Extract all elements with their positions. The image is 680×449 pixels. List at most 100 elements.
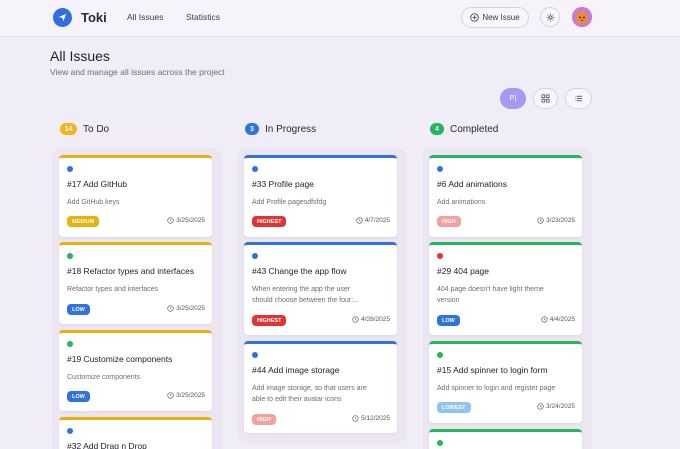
nav-statistics[interactable]: Statistics bbox=[186, 12, 220, 22]
issue-date: 4/4/2025 bbox=[541, 316, 575, 323]
new-issue-label: New Issue bbox=[482, 13, 520, 22]
completed-column-title: Completed bbox=[450, 123, 499, 135]
clock-icon bbox=[537, 403, 544, 410]
column-header-in-progress: 3 In Progress bbox=[245, 123, 316, 135]
issue-description-line-2: should choose between the four:... bbox=[252, 297, 360, 304]
issue-date-text: 4/28/2025 bbox=[361, 316, 390, 323]
issue-date: 4/28/2025 bbox=[352, 316, 390, 323]
issue-date: 4/7/2025 bbox=[356, 217, 390, 224]
app-title: Toki bbox=[81, 10, 107, 25]
theme-toggle-button[interactable] bbox=[540, 7, 560, 27]
issue-card[interactable]: #33 Profile page Add Profile pagesdfsfdg… bbox=[244, 155, 397, 237]
column-header-todo: 14 To Do bbox=[60, 123, 109, 135]
issue-date-text: 3/25/2025 bbox=[176, 217, 205, 224]
issue-date-text: 3/23/2025 bbox=[546, 217, 575, 224]
issue-date: 3/25/2025 bbox=[167, 217, 205, 224]
issue-description: Add spinner to login and register page bbox=[437, 385, 556, 392]
column-header-completed: 4 Completed bbox=[430, 123, 498, 135]
issue-title: #33 Profile page bbox=[252, 179, 314, 189]
issue-card[interactable]: #44 Add image storage Add image storage,… bbox=[244, 341, 397, 433]
issue-description-line-2: version bbox=[437, 297, 460, 304]
plus-circle-icon bbox=[470, 13, 479, 22]
page-subtitle: View and manage all issues across the pr… bbox=[50, 67, 225, 77]
issue-card[interactable]: #32 Add Drag n Drop bbox=[59, 417, 212, 449]
priority-badge: HIGHEST bbox=[252, 216, 287, 227]
issue-title: #18 Refactor types and interfaces bbox=[67, 266, 195, 276]
issue-card[interactable]: #6 Add animations Add animations HIGH 3/… bbox=[429, 155, 582, 237]
issue-card[interactable]: #19 Customize components Customize compo… bbox=[59, 330, 212, 411]
sun-icon bbox=[546, 13, 554, 21]
issue-date-text: 5/12/2025 bbox=[361, 415, 390, 422]
grid-view-button[interactable] bbox=[533, 88, 558, 109]
issue-title: #43 Change the app flow bbox=[252, 266, 347, 276]
user-avatar[interactable] bbox=[572, 7, 592, 27]
priority-badge: HIGHEST bbox=[252, 315, 287, 326]
todo-column-title: To Do bbox=[83, 123, 110, 135]
issue-description: Refactor types and interfaces bbox=[67, 286, 159, 293]
issue-title: #19 Customize components bbox=[67, 354, 173, 364]
issue-card[interactable] bbox=[429, 429, 582, 449]
issue-description: Add animations bbox=[437, 199, 486, 206]
issue-description: Customize components bbox=[67, 374, 141, 381]
top-navbar: Toki All Issues Statistics New Issue bbox=[0, 0, 680, 37]
issue-description-line-1: Add image storage, so that users are bbox=[252, 385, 367, 392]
issue-title: #17 Add GitHub bbox=[67, 179, 128, 189]
issue-date: 3/24/2025 bbox=[537, 403, 575, 410]
status-dot bbox=[437, 166, 443, 172]
priority-badge: LOWEST bbox=[437, 402, 471, 413]
grid-icon bbox=[541, 94, 550, 103]
issue-card[interactable]: #15 Add spinner to login form Add spinne… bbox=[429, 341, 582, 423]
issue-title: #29 404 page bbox=[437, 266, 489, 276]
status-dot bbox=[67, 253, 73, 259]
todo-count-badge: 14 bbox=[60, 123, 77, 135]
status-dot bbox=[67, 166, 73, 172]
priority-badge: LOW bbox=[67, 391, 90, 402]
priority-badge: LOW bbox=[67, 304, 90, 315]
clock-icon bbox=[167, 305, 174, 312]
status-dot bbox=[252, 253, 258, 259]
nav-all-issues[interactable]: All Issues bbox=[127, 12, 163, 22]
issue-title: #32 Add Drag n Drop bbox=[67, 441, 147, 449]
logo-icon bbox=[53, 8, 72, 27]
status-dot bbox=[67, 428, 73, 434]
kanban-view-label: P| bbox=[509, 95, 517, 102]
issue-card[interactable]: #18 Refactor types and interfaces Refact… bbox=[59, 242, 212, 324]
issue-description-line-1: 404 page doesn't have light theme bbox=[437, 286, 544, 293]
completed-count-badge: 4 bbox=[430, 123, 444, 135]
issue-title: #15 Add spinner to login form bbox=[437, 365, 548, 375]
status-dot bbox=[67, 341, 73, 347]
status-dot bbox=[252, 352, 258, 358]
clock-icon bbox=[167, 217, 174, 224]
priority-badge: HIGH bbox=[437, 216, 461, 227]
issue-date-text: 4/4/2025 bbox=[549, 316, 575, 323]
clock-icon bbox=[167, 392, 174, 399]
in-progress-count-badge: 3 bbox=[245, 123, 259, 135]
kanban-view-button[interactable]: P| bbox=[500, 88, 526, 109]
issue-description-line-1: When entering the app the user bbox=[252, 286, 351, 293]
issue-description: Add GitHub keys bbox=[67, 199, 120, 206]
issue-description: Add Profile pagesdfsfdg bbox=[252, 199, 327, 206]
clock-icon bbox=[352, 316, 359, 323]
list-view-button[interactable] bbox=[565, 88, 592, 109]
issue-date-text: 3/25/2025 bbox=[176, 305, 205, 312]
status-dot bbox=[252, 166, 258, 172]
issue-date: 3/23/2025 bbox=[537, 217, 575, 224]
priority-badge: HIGH bbox=[252, 414, 276, 425]
issue-card[interactable]: #43 Change the app flow When entering th… bbox=[244, 242, 397, 335]
issue-description-line-2: able to edit their avatar icons bbox=[252, 396, 342, 403]
status-dot bbox=[437, 352, 443, 358]
clock-icon bbox=[352, 415, 359, 422]
new-issue-button[interactable]: New Issue bbox=[461, 7, 529, 28]
issue-date-text: 4/7/2025 bbox=[364, 217, 390, 224]
issue-date: 3/25/2025 bbox=[167, 305, 205, 312]
issue-date: 5/12/2025 bbox=[352, 415, 390, 422]
status-dot bbox=[437, 253, 443, 259]
page-title: All Issues bbox=[50, 48, 110, 64]
issue-date-text: 3/24/2025 bbox=[546, 403, 575, 410]
app-logo[interactable]: Toki bbox=[53, 8, 107, 27]
clock-icon bbox=[541, 316, 548, 323]
in-progress-column-title: In Progress bbox=[265, 123, 317, 135]
clock-icon bbox=[356, 217, 363, 224]
issue-card[interactable]: #17 Add GitHub Add GitHub keys MEDIUM 3/… bbox=[59, 155, 212, 237]
issue-card[interactable]: #29 404 page 404 page doesn't have light… bbox=[429, 242, 582, 335]
